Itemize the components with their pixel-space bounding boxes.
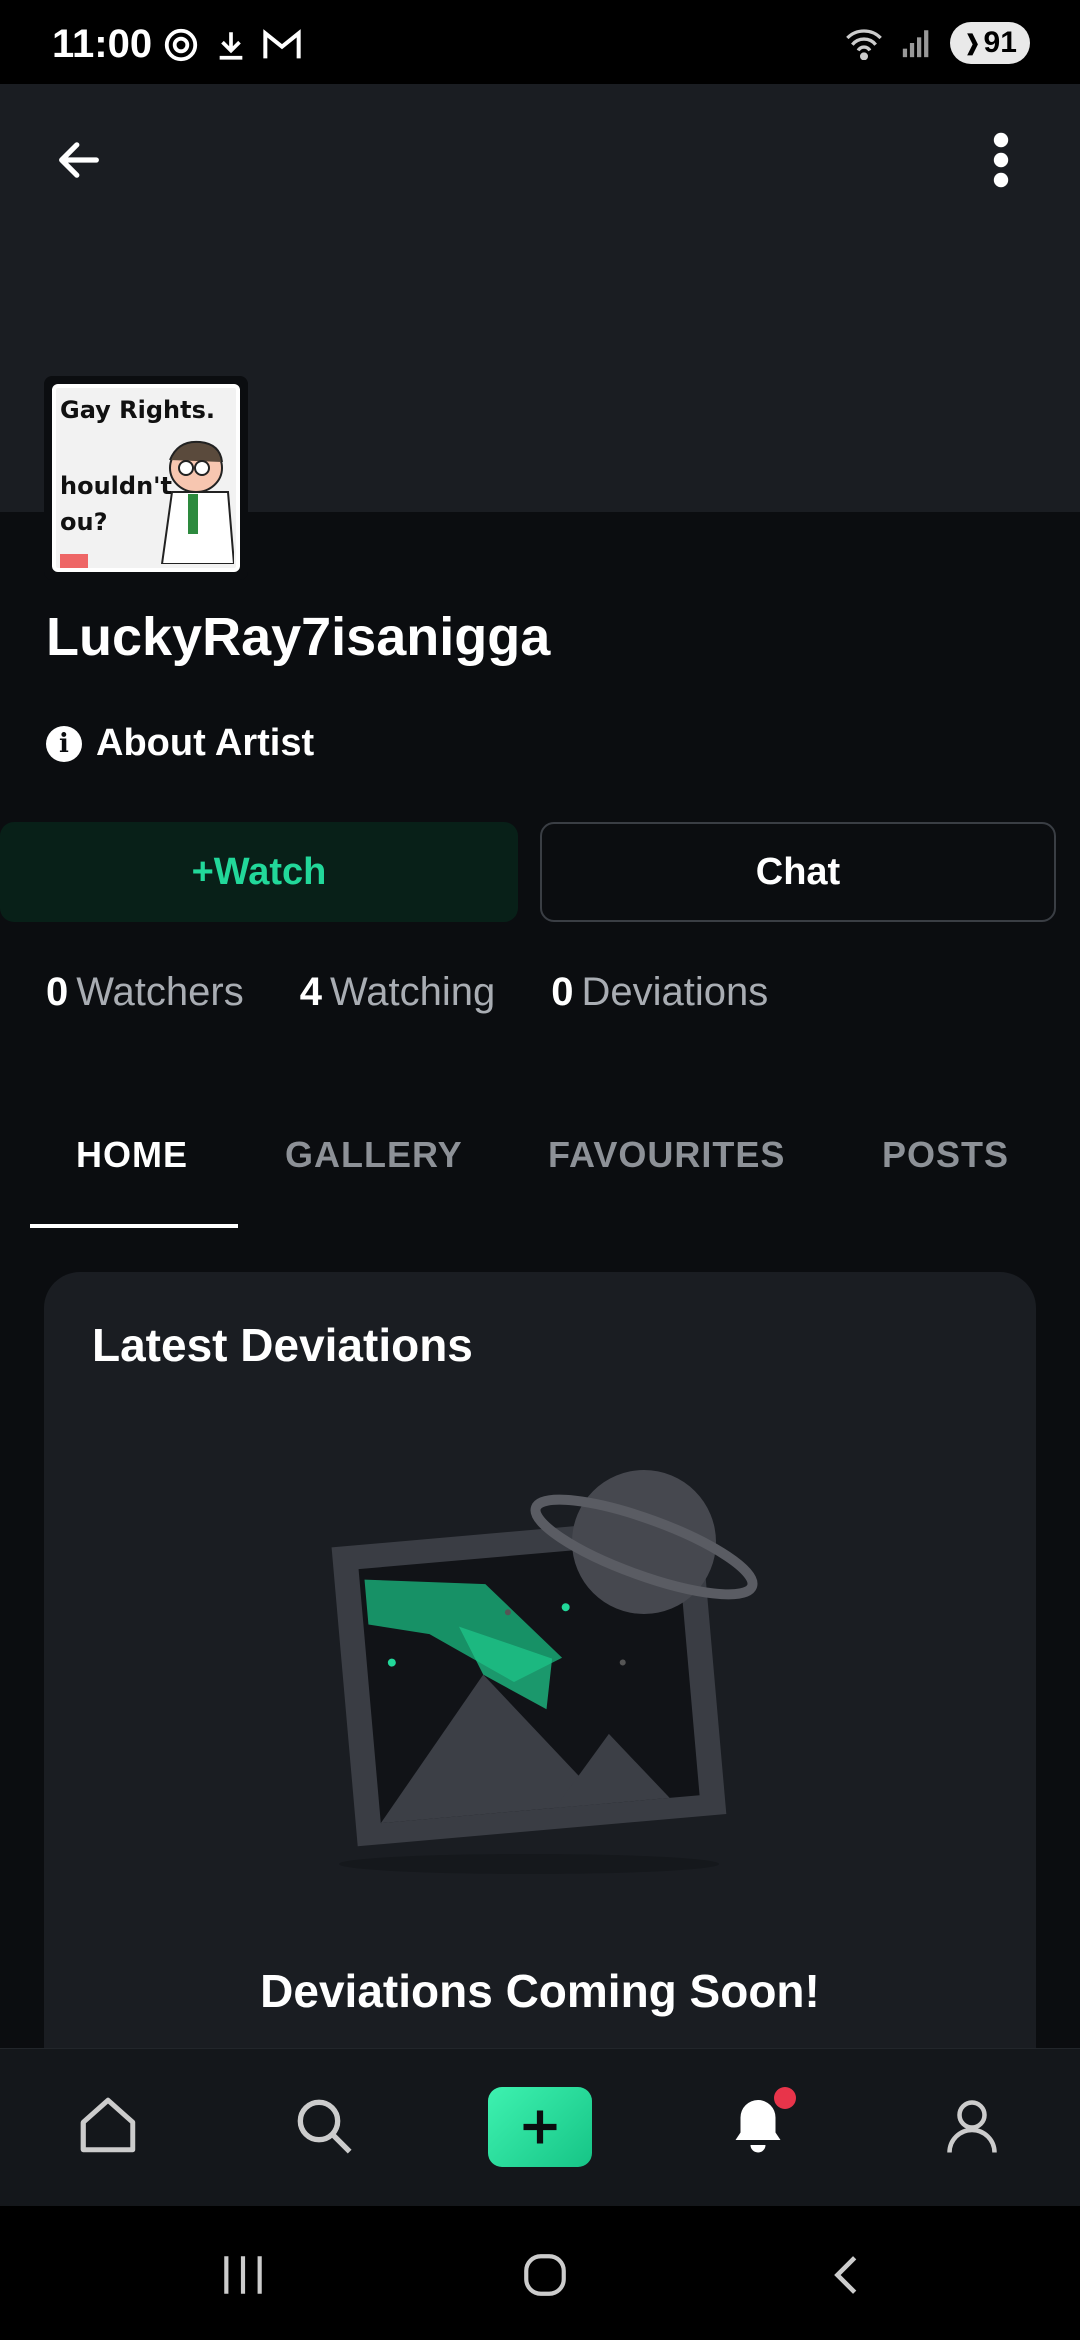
at-sign-icon [164,28,198,62]
chevron-left-icon [834,2256,857,2294]
nav-home-button[interactable] [68,2085,148,2165]
create-icon [523,2110,557,2144]
nav-search-button[interactable] [283,2085,363,2165]
bottom-navigation [0,2048,1080,2206]
nav-notifications-button[interactable] [718,2085,798,2165]
card-title: Latest Deviations [92,1319,473,1371]
wifi-icon [846,29,882,60]
search-icon [297,2099,352,2154]
notification-badge [774,2087,796,2109]
battery-level: 91 [983,26,1017,59]
empty-gallery-illustration [331,1470,758,1874]
system-navigation-bar [0,2206,1080,2340]
stat-watching[interactable]: 4 Watching [300,970,496,1015]
status-bar: 11:00 ❱ 91 [0,0,1080,84]
back-button[interactable] [44,125,114,195]
stat-label: Watchers [76,970,244,1014]
stat-label: Deviations [581,970,769,1014]
arrow-left-icon [59,142,99,178]
back-system-button[interactable] [812,2240,882,2310]
download-icon [219,32,243,60]
signal-icon [902,30,929,58]
stat-count: 0 [551,970,574,1014]
chat-button[interactable]: Chat [540,822,1056,922]
recent-apps-button[interactable] [208,2240,278,2310]
stat-watchers[interactable]: 0 Watchers [46,970,244,1015]
profile-icon [947,2100,997,2153]
latest-deviations-card: Latest Deviations Deviations Coming Soon… [44,1272,1036,2172]
nav-create-button[interactable] [488,2087,592,2167]
stat-deviations[interactable]: 0 Deviations [551,970,768,1015]
empty-state-message: Deviations Coming Soon! [260,1965,820,2017]
avatar-image: Gay Rights. houldn't ou? [52,384,240,572]
avatar-text-line: Gay Rights. [60,396,216,424]
avatar-text-line: ou? [60,508,108,536]
battery-icon: ❱ 91 [950,22,1030,64]
more-options-button[interactable] [966,125,1036,195]
status-icons-left [162,26,302,64]
home-system-button[interactable] [510,2240,580,2310]
about-artist-label: About Artist [96,722,315,764]
status-icons-right: ❱ 91 [844,22,1030,64]
more-vertical-icon [993,132,1009,188]
profile-tabs: HOME GALLERY FAVOURITES POSTS [0,1120,1080,1230]
stat-count: 0 [46,970,69,1014]
about-artist-link[interactable]: i About Artist [46,722,314,765]
gmail-icon [263,29,301,59]
stat-label: Watching [329,970,496,1014]
stat-count: 4 [299,970,322,1014]
watch-button[interactable]: +Watch [0,822,518,922]
tab-favourites[interactable]: FAVOURITES [548,1134,785,1176]
nav-profile-button[interactable] [932,2085,1012,2165]
home-icon [80,2097,136,2153]
tab-gallery[interactable]: GALLERY [285,1134,463,1176]
home-circle-icon [524,2254,566,2296]
status-time: 11:00 [52,22,153,66]
avatar-red-mark [60,554,88,568]
profile-stats: 0 Watchers 4 Watching 0 Deviations [46,970,768,1015]
username: LuckyRay7isanigga [46,607,551,667]
recent-apps-icon [224,2256,262,2294]
tab-posts[interactable]: POSTS [882,1134,1009,1176]
avatar[interactable]: Gay Rights. houldn't ou? [44,376,248,580]
cartoon-face-icon [160,440,234,564]
active-tab-indicator [30,1224,238,1228]
tab-home[interactable]: HOME [76,1134,188,1176]
info-icon: i [46,725,82,762]
